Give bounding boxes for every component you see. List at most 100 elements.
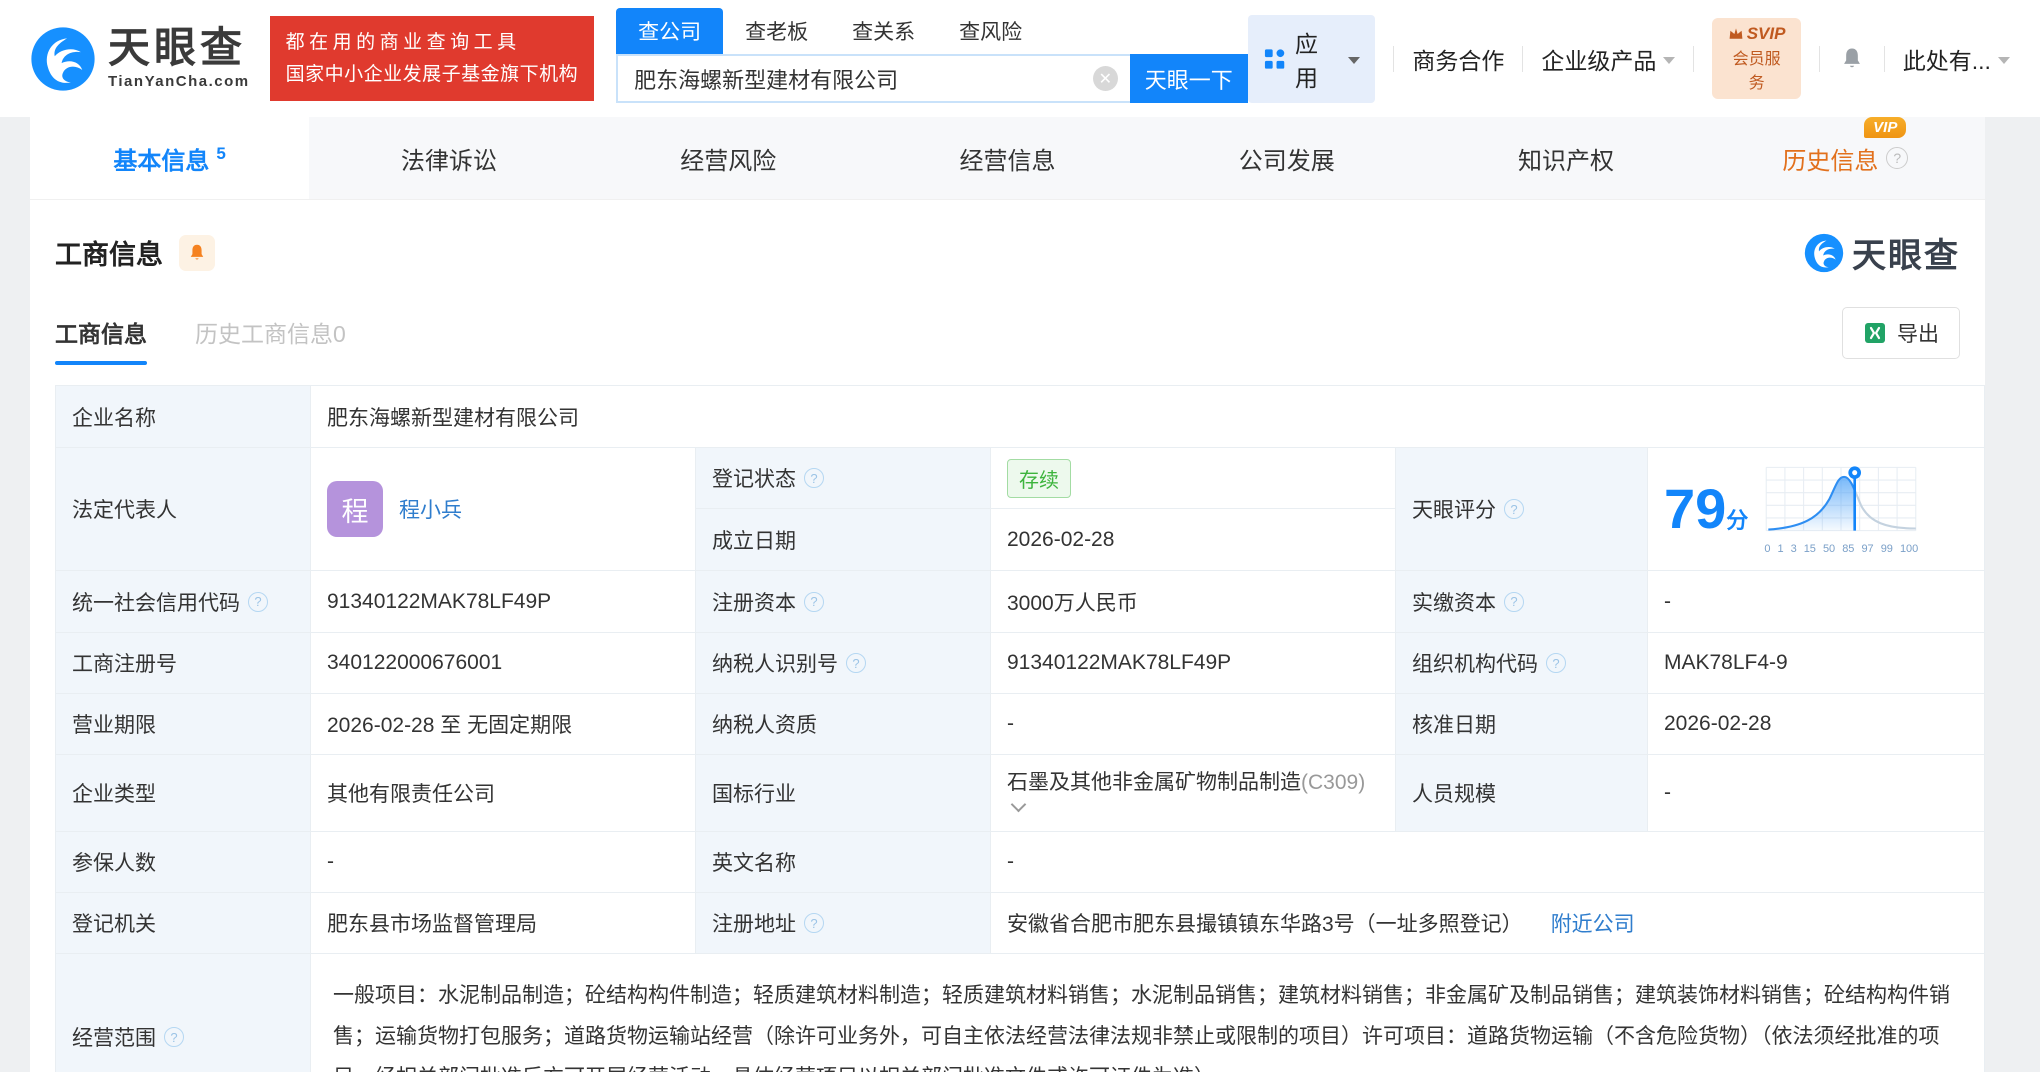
- field-label: 企业名称: [55, 385, 311, 448]
- promo-line1: 都在用的商业查询工具: [285, 32, 521, 54]
- search-tab-risk[interactable]: 查风险: [937, 8, 1044, 54]
- field-label: 营业期限: [55, 693, 311, 755]
- field-label: 天眼评分?: [1395, 447, 1648, 571]
- field-label: 核准日期: [1395, 693, 1648, 755]
- chevron-down-icon: [1348, 56, 1361, 64]
- tianyancha-logo[interactable]: 天眼查 TianYanCha.com: [30, 26, 250, 92]
- field-label: 组织机构代码?: [1395, 632, 1648, 694]
- vip-badge: VIP: [1864, 116, 1907, 138]
- svip-label: SVIP: [1746, 24, 1786, 43]
- apps-menu-button[interactable]: 应用: [1247, 14, 1376, 103]
- subtab-label: 历史工商信息: [195, 321, 333, 347]
- notification-bell-icon[interactable]: [1838, 45, 1866, 73]
- tab-basic-info[interactable]: 基本信息 5: [30, 117, 310, 199]
- divider: [1818, 45, 1820, 72]
- tianyan-score[interactable]: 79分 0 1 3 15 50 85 97 99 100: [1664, 457, 1968, 561]
- field-label: 注册资本?: [695, 570, 991, 633]
- help-icon[interactable]: ?: [804, 913, 824, 933]
- divider: [1693, 45, 1695, 72]
- business-term-value: 2026-02-28 至 无固定期限: [310, 693, 696, 755]
- business-info-panel: 工商信息 天眼查 工商信息 历史工商信息0 导出 企业名称 肥东海螺新型建材有限…: [30, 200, 1985, 1072]
- taxpayer-quality-value: -: [990, 693, 1396, 755]
- field-label: 法定代表人: [55, 447, 311, 571]
- tab-count: 5: [216, 144, 226, 163]
- chevron-down-icon: [1663, 56, 1676, 64]
- credit-code-value: 91340122MAK78LF49P: [310, 570, 696, 633]
- help-icon[interactable]: ?: [1886, 147, 1909, 169]
- export-button[interactable]: 导出: [1842, 307, 1960, 359]
- help-icon[interactable]: ?: [1546, 653, 1566, 673]
- company-name-value: 肥东海螺新型建材有限公司: [310, 385, 1985, 448]
- field-label: 经营范围?: [55, 953, 311, 1072]
- help-icon[interactable]: ?: [804, 468, 824, 488]
- clear-search-icon[interactable]: ✕: [1092, 66, 1118, 91]
- search-button[interactable]: 天眼一下: [1129, 54, 1248, 103]
- crown-icon: [1729, 28, 1743, 39]
- search-tab-company[interactable]: 查公司: [616, 8, 724, 54]
- tab-label: 历史信息: [1782, 147, 1879, 175]
- business-cooperation-link[interactable]: 商务合作: [1412, 42, 1504, 76]
- tab-operation-risk[interactable]: 经营风险: [589, 117, 868, 199]
- logo-domain: TianYanCha.com: [108, 73, 250, 90]
- logo-swirl-icon: [1804, 233, 1844, 272]
- reg-number-value: 340122000676001: [310, 632, 696, 694]
- help-icon[interactable]: ?: [846, 653, 866, 673]
- table-row: 营业期限 2026-02-28 至 无固定期限 纳税人资质 - 核准日期 202…: [55, 693, 1985, 755]
- field-label: 国标行业: [695, 754, 991, 832]
- divider: [1393, 45, 1395, 72]
- nearby-companies-link[interactable]: 附近公司: [1551, 908, 1635, 938]
- field-label: 企业类型: [55, 754, 311, 832]
- search-input[interactable]: [616, 54, 1130, 103]
- search-area: 查公司 查老板 查关系 查风险 ✕ 天眼一下: [616, 8, 1248, 103]
- field-label: 参保人数: [55, 831, 311, 893]
- help-icon[interactable]: ?: [164, 1027, 184, 1048]
- export-label: 导出: [1897, 323, 1939, 346]
- field-label: 注册地址?: [695, 892, 991, 954]
- legal-rep-avatar[interactable]: 程: [327, 481, 383, 537]
- tab-label: 公司发展: [1238, 147, 1335, 175]
- field-label: 实缴资本?: [1395, 570, 1648, 633]
- tab-label: 基本信息: [113, 147, 210, 175]
- field-label: 登记状态?: [695, 447, 991, 509]
- table-row: 企业类型 其他有限责任公司 国标行业 石墨及其他非金属矿物制品制造(C309) …: [55, 754, 1985, 832]
- tab-label: 知识产权: [1518, 147, 1615, 175]
- staff-size-value: -: [1647, 754, 1985, 832]
- bell-icon: [190, 244, 204, 260]
- score-distribution-chart: 0 1 3 15 50 85 97 99 100: [1762, 463, 1920, 555]
- help-icon[interactable]: ?: [248, 591, 268, 612]
- tab-label: 法律诉讼: [400, 147, 497, 175]
- score-value: 79: [1664, 477, 1727, 540]
- table-row: 参保人数 - 英文名称 -: [55, 831, 1985, 893]
- watermark-logo: 天眼查: [1804, 228, 1960, 277]
- org-code-value: MAK78LF4-9: [1647, 632, 1985, 694]
- monitor-bell-button[interactable]: [179, 234, 215, 271]
- search-tab-relation[interactable]: 查关系: [830, 8, 937, 54]
- tab-company-development[interactable]: 公司发展: [1147, 117, 1426, 199]
- svip-member-button[interactable]: SVIP 会员服务: [1712, 18, 1801, 99]
- table-row: 统一社会信用代码? 91340122MAK78LF49P 注册资本? 3000万…: [55, 570, 1985, 633]
- subtab-history-business-info[interactable]: 历史工商信息0: [195, 315, 346, 365]
- user-menu[interactable]: 此处有...: [1903, 42, 2010, 76]
- tab-legal-litigation[interactable]: 法律诉讼: [309, 117, 588, 199]
- table-row: 经营范围? 一般项目：水泥制品制造；砼结构构件制造；轻质建筑材料制造；轻质建筑材…: [55, 953, 1985, 1072]
- help-icon[interactable]: ?: [1504, 591, 1524, 612]
- help-icon[interactable]: ?: [804, 591, 824, 612]
- legal-rep-link[interactable]: 程小兵: [399, 494, 462, 524]
- industry-value[interactable]: 石墨及其他非金属矿物制品制造(C309): [990, 754, 1396, 832]
- promo-banner: 都在用的商业查询工具 国家中小企业发展子基金旗下机构: [269, 16, 595, 101]
- subtab-business-info[interactable]: 工商信息: [55, 315, 147, 365]
- insured-count-value: -: [310, 831, 696, 893]
- field-label: 纳税人识别号?: [695, 632, 991, 694]
- search-tabs: 查公司 查老板 查关系 查风险: [616, 8, 1248, 54]
- field-label: 英文名称: [695, 831, 991, 893]
- chevron-down-icon[interactable]: [1010, 796, 1027, 813]
- help-icon[interactable]: ?: [1504, 499, 1524, 519]
- enterprise-products-link[interactable]: 企业级产品: [1541, 42, 1676, 76]
- tab-intellectual-property[interactable]: 知识产权: [1426, 117, 1705, 199]
- tab-history-info[interactable]: 历史信息 VIP ?: [1706, 116, 1985, 199]
- business-info-table: 企业名称 肥东海螺新型建材有限公司 法定代表人 程 程小兵 登记状态? 存续 天…: [55, 385, 1985, 1072]
- business-scope-value: 一般项目：水泥制品制造；砼结构构件制造；轻质建筑材料制造；轻质建筑材料销售；水泥…: [333, 984, 1950, 1072]
- tab-operation-info[interactable]: 经营信息: [868, 117, 1147, 199]
- section-title: 工商信息: [55, 240, 163, 270]
- search-tab-boss[interactable]: 查老板: [723, 8, 830, 54]
